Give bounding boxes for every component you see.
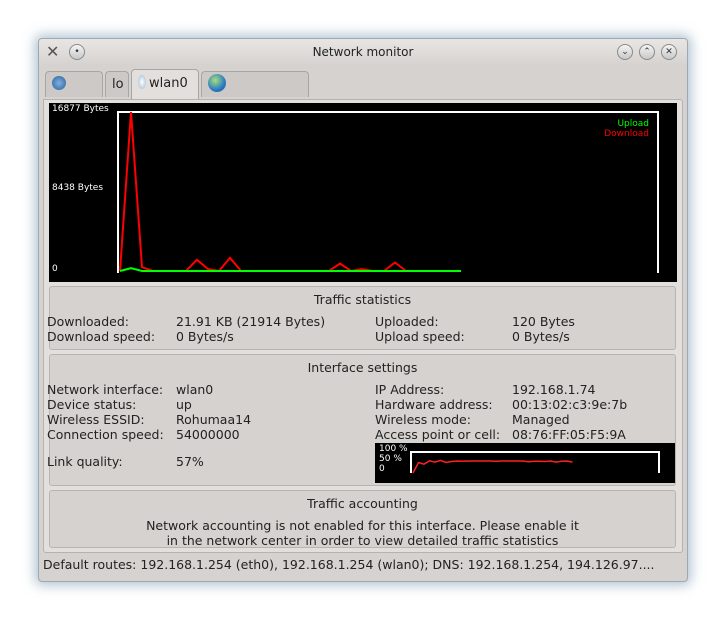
link-quality-label: Link quality: — [47, 454, 123, 469]
link-quality-value: 57% — [176, 454, 204, 469]
tab-eth0[interactable]: eth0 — [45, 71, 103, 118]
uploaded-label: Uploaded: — [375, 314, 439, 329]
traffic-statistics-group: Traffic statistics Downloaded: 21.91 KB … — [47, 286, 676, 350]
wlan0-panel: 16877 Bytes 8438 Bytes 0 Upload Download… — [43, 99, 683, 553]
legend-upload: Upload — [617, 119, 649, 129]
quality-plot — [410, 451, 660, 474]
interface-settings-group: Interface settings Network interface: wl… — [47, 354, 676, 486]
status-bar: Default routes: 192.168.1.254 (eth0), 19… — [43, 557, 655, 572]
tab-lo[interactable]: lo — [105, 71, 129, 97]
traffic-statistics-title: Traffic statistics — [313, 292, 412, 307]
traffic-accounting-group: Traffic accounting Network accounting is… — [49, 490, 676, 548]
downloaded-label: Downloaded: — [47, 314, 129, 329]
traffic-plot — [117, 111, 659, 273]
hardware-address-label: Hardware address: — [375, 397, 493, 412]
network-icon — [52, 76, 66, 90]
quality-series-line — [412, 459, 573, 474]
network-interface-label: Network interface: — [47, 382, 164, 397]
device-status-value: up — [176, 397, 192, 412]
uploaded-value: 120 Bytes — [512, 314, 575, 329]
download-speed-label: Download speed: — [47, 329, 156, 344]
link-quality-graph: 100 % 50 % 0 — [375, 443, 675, 483]
upload-speed-label: Upload speed: — [375, 329, 465, 344]
wireless-mode-value: Managed — [512, 412, 570, 427]
ip-address-label: IP Address: — [375, 382, 445, 397]
graph-frame — [117, 111, 659, 273]
traffic-graph: 16877 Bytes 8438 Bytes 0 Upload Download — [49, 103, 677, 282]
access-point-label: Access point or cell: — [375, 427, 501, 442]
wireless-mode-label: Wireless mode: — [375, 412, 471, 427]
network-interface-value: wlan0 — [176, 382, 214, 397]
download-speed-value: 0 Bytes/s — [176, 329, 234, 344]
tab-connections[interactable]: connections — [201, 71, 309, 118]
access-point-value: 08:76:FF:05:F5:9A — [512, 427, 626, 442]
connection-speed-label: Connection speed: — [47, 427, 164, 442]
wireless-essid-label: Wireless ESSID: — [47, 412, 145, 427]
ip-address-value: 192.168.1.74 — [512, 382, 596, 397]
close-button[interactable]: ✕ — [661, 44, 677, 60]
upload-speed-value: 0 Bytes/s — [512, 329, 570, 344]
download-series-line — [119, 111, 461, 273]
traffic-accounting-title: Traffic accounting — [307, 496, 418, 511]
window-title: Network monitor — [312, 45, 414, 59]
downloaded-value: 21.91 KB (21914 Bytes) — [176, 314, 326, 329]
globe-icon — [208, 74, 226, 92]
wireless-essid-value: Rohumaa14 — [176, 412, 252, 427]
accounting-message-line1: Network accounting is not enabled for th… — [146, 518, 579, 533]
device-status-label: Device status: — [47, 397, 137, 412]
network-monitor-window: ✕ • Network monitor ⌄ ⌃ ✕ eth0 lo wlan0 … — [38, 38, 688, 582]
tab-label: lo — [112, 77, 124, 92]
wireless-icon — [138, 75, 146, 89]
minimize-button[interactable]: ⌄ — [617, 44, 633, 60]
tab-wlan0[interactable]: wlan0 — [131, 69, 199, 99]
title-bar[interactable]: ✕ • Network monitor ⌄ ⌃ ✕ — [39, 39, 687, 65]
maximize-button[interactable]: ⌃ — [639, 44, 655, 60]
tab-label: wlan0 — [149, 76, 188, 91]
connection-speed-value: 54000000 — [176, 427, 240, 442]
hardware-address-value: 00:13:02:c3:9e:7b — [512, 397, 628, 412]
upload-series-line — [119, 267, 461, 272]
legend-download: Download — [604, 129, 649, 139]
interface-settings-title: Interface settings — [307, 360, 418, 375]
accounting-message-line2: in the network center in order to view d… — [166, 533, 559, 548]
